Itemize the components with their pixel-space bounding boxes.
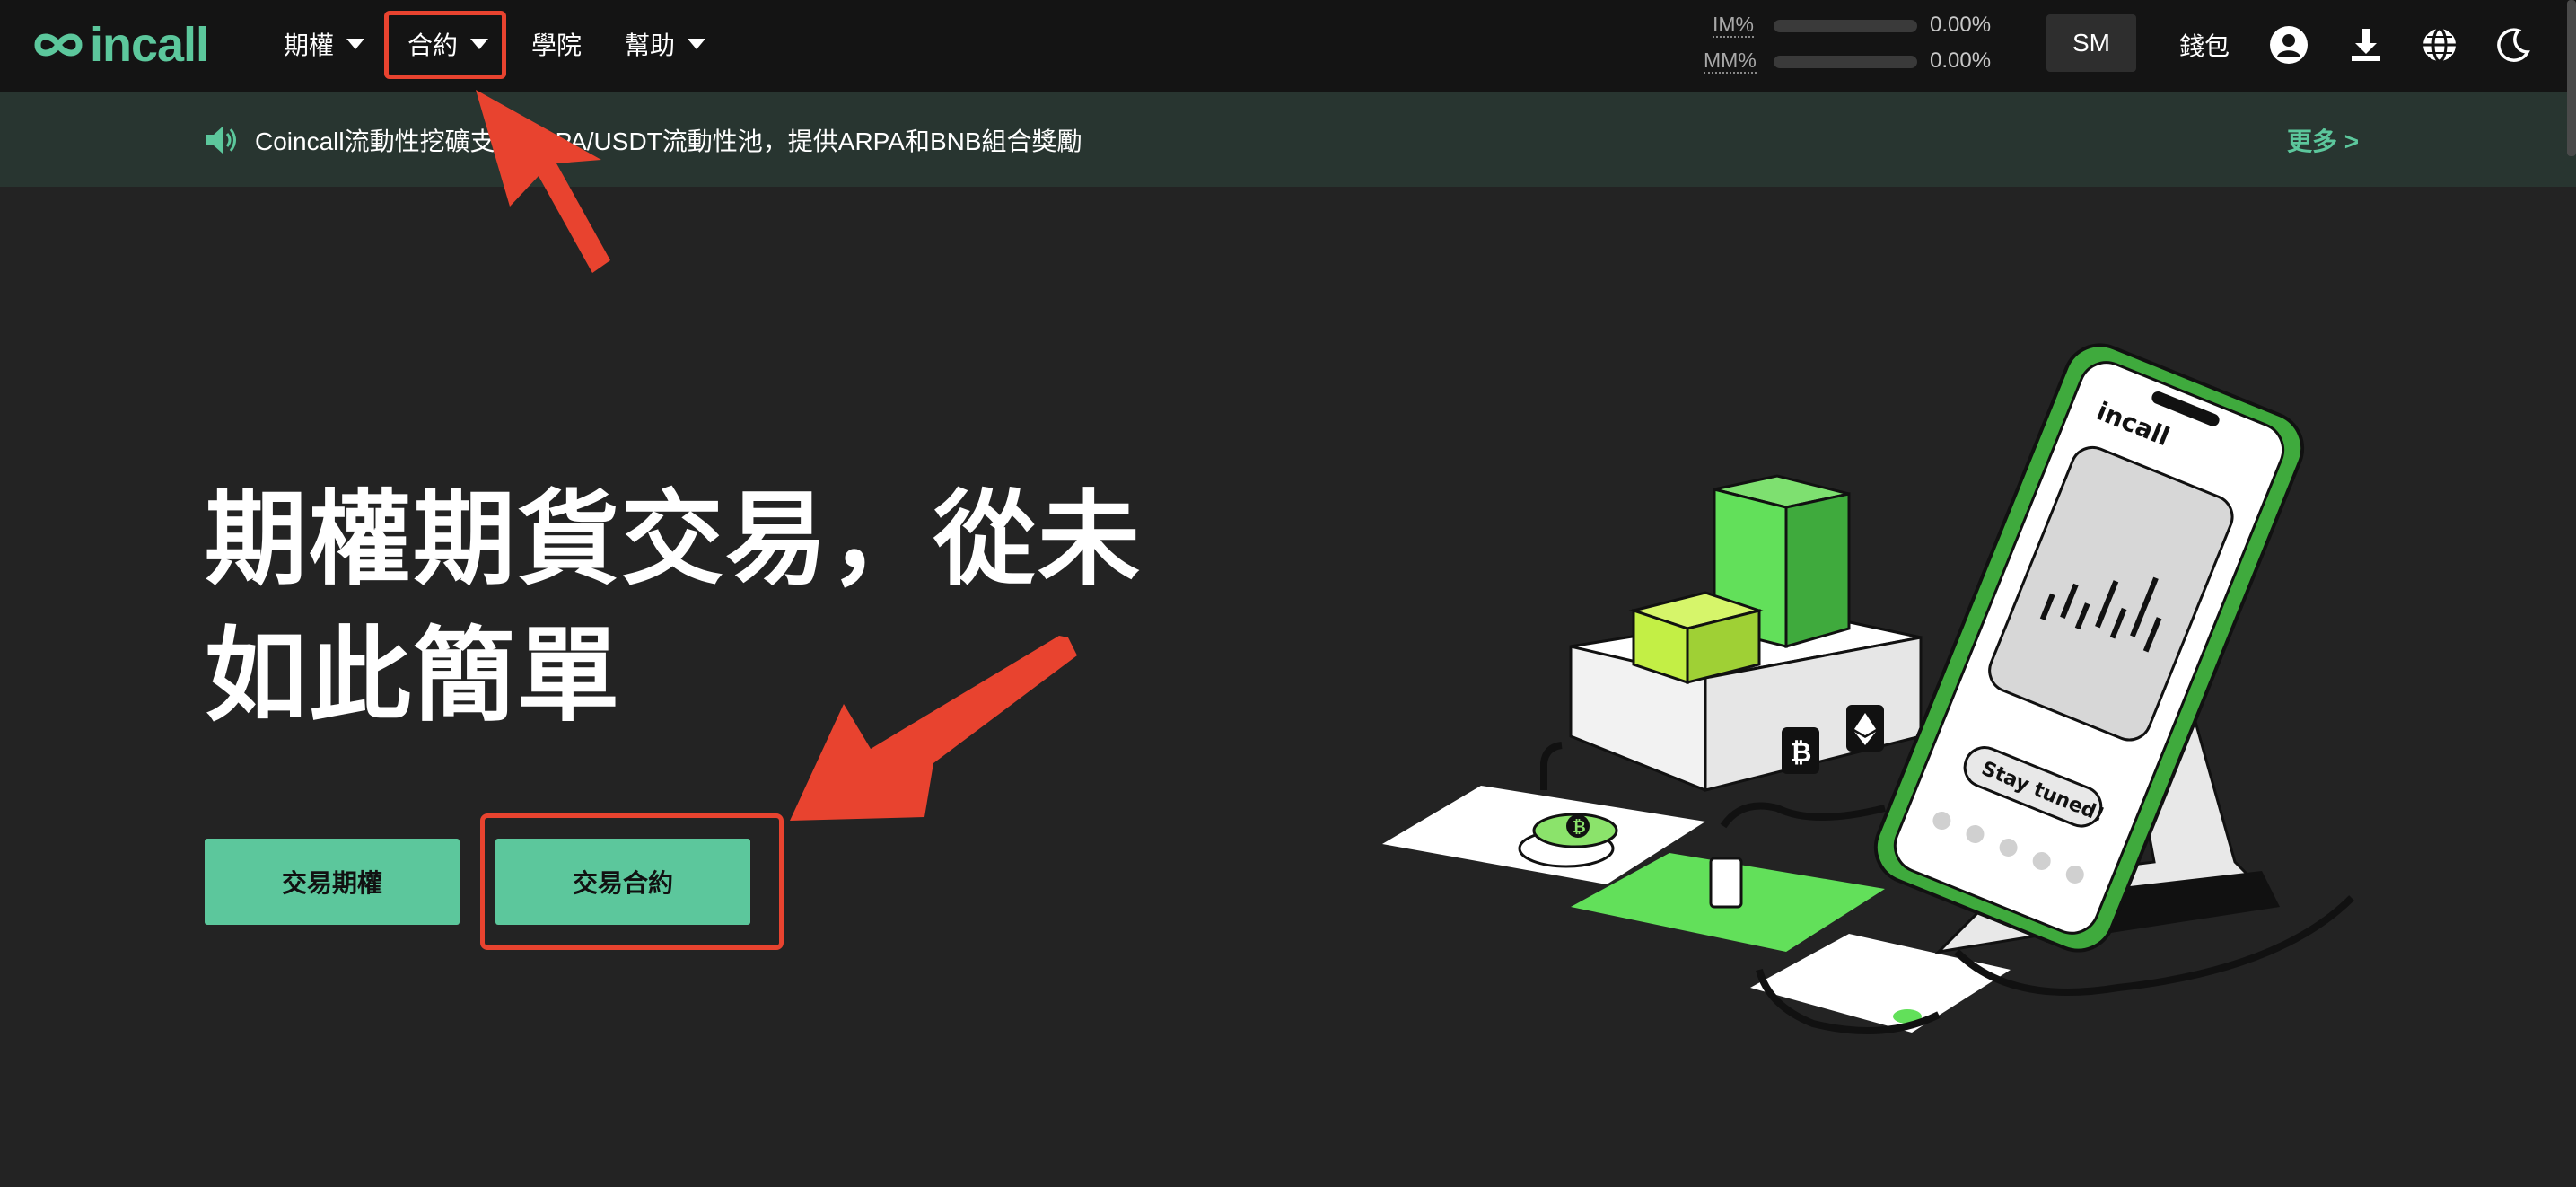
scrollbar[interactable] — [2567, 0, 2576, 156]
nav-contracts-label: 合約 — [407, 31, 459, 59]
announcement-more-link[interactable]: 更多 > — [2287, 122, 2359, 158]
caret-down-icon — [346, 39, 365, 49]
svg-text:₿: ₿ — [1790, 737, 1811, 769]
nav-help[interactable]: 幫助 — [625, 23, 706, 65]
logo-text: incall — [90, 18, 209, 72]
top-navigation-bar: incall 期權 合約 學院 幫助 IM% 0.00% MM% 0.00% S… — [0, 0, 2576, 92]
account-icon[interactable] — [2269, 25, 2309, 65]
caret-down-icon — [688, 39, 706, 49]
mm-value: 0.00% — [1930, 48, 1992, 73]
trade-contracts-button[interactable]: 交易合約 — [495, 839, 750, 925]
hero-title-line2: 如此簡單 — [205, 620, 622, 734]
im-value: 0.00% — [1930, 13, 1992, 37]
hero-title-line1: 期權期貨交易，從未 — [205, 483, 1143, 597]
download-icon[interactable] — [2346, 25, 2386, 65]
nav-options[interactable]: 期權 — [284, 23, 365, 65]
im-label: IM% — [1713, 13, 1754, 38]
infinity-logo-icon — [34, 33, 83, 57]
caret-down-icon — [470, 39, 489, 49]
nav-contracts[interactable]: 合約 — [407, 23, 489, 65]
mm-progress-bar — [1774, 56, 1917, 68]
annotation-arrow-down — [790, 636, 1077, 821]
coincall-logo[interactable]: incall — [31, 18, 209, 72]
announcement-text[interactable]: Coincall流動性挖礦支持ARPA/USDT流動性池，提供ARPA和BNB組… — [255, 122, 1082, 158]
nav-academy[interactable]: 學院 — [531, 23, 582, 65]
im-progress-bar — [1774, 20, 1917, 32]
nav-help-label: 幫助 — [625, 31, 676, 59]
wallet-link[interactable]: 錢包 — [2179, 27, 2230, 63]
globe-icon[interactable] — [2420, 25, 2459, 65]
annotation-arrow-up — [476, 90, 610, 273]
moon-icon[interactable] — [2493, 25, 2533, 65]
speaker-icon — [206, 127, 236, 154]
nav-academy-label: 學院 — [531, 31, 583, 59]
announcement-bar: Coincall流動性挖礦支持ARPA/USDT流動性池，提供ARPA和BNB組… — [0, 92, 2576, 187]
trade-options-button[interactable]: 交易期權 — [205, 839, 460, 925]
mm-label: MM% — [1704, 48, 1757, 74]
svg-text:₿: ₿ — [1573, 818, 1586, 837]
user-menu-button[interactable]: SM — [2046, 14, 2136, 72]
hero-illustration: ₿ ₿ incall Stay tuned! — [1382, 343, 2354, 1034]
nav-options-label: 期權 — [284, 31, 335, 59]
